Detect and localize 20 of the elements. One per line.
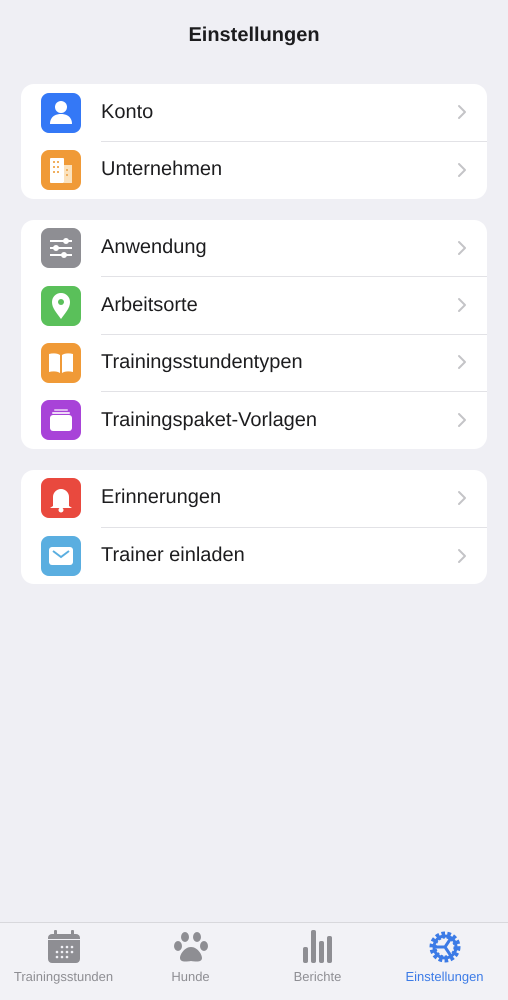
chevron-right-icon <box>457 240 467 256</box>
settings-item[interactable]: Trainer einladen <box>101 544 245 568</box>
chevron-right-icon <box>457 297 467 314</box>
tab[interactable]: Einstellungen <box>381 923 508 1000</box>
chevron-right-icon <box>457 548 467 564</box>
settings-item[interactable]: Unternehmen <box>101 158 222 182</box>
settings-item[interactable]: Anwendung <box>101 236 207 260</box>
chevron-right-icon <box>457 162 467 178</box>
settings-item[interactable]: Trainingsstundentypen <box>101 350 303 374</box>
chevron-right-icon <box>457 104 467 120</box>
settings-item[interactable]: Konto <box>101 100 154 124</box>
settings-icon <box>426 929 462 965</box>
calendar-icon <box>46 929 82 965</box>
chevron-right-icon <box>457 354 467 370</box>
chevron-right-icon <box>457 412 467 428</box>
chevron-right-icon <box>457 490 467 506</box>
page-title: Einstellungen <box>188 24 320 46</box>
settings-item[interactable]: Trainingspaket-Vorlagen <box>101 408 318 432</box>
settings-item[interactable]: Erinnerungen <box>101 486 222 510</box>
settings-item[interactable]: Arbeitsorte <box>101 294 198 317</box>
